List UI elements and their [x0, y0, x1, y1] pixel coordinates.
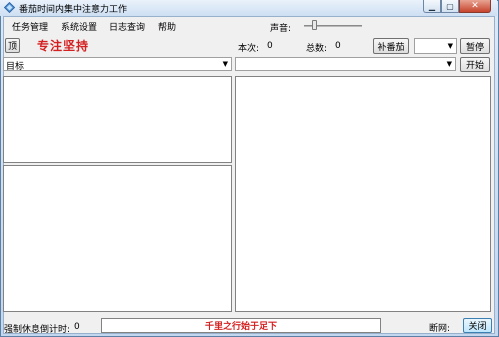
menu-task-management[interactable]: 任务管理: [12, 20, 48, 33]
minimize-icon: ▁: [428, 1, 436, 11]
target-select-value: 目标: [6, 62, 25, 72]
close-icon: ✕: [471, 1, 479, 11]
total-count-value: 0: [335, 41, 341, 51]
total-count-label: 总数:: [306, 44, 328, 54]
minimize-button[interactable]: ▁: [423, 0, 441, 13]
focus-slogan: 专注坚持: [37, 39, 90, 53]
motto-display: 千里之行始于足下: [101, 318, 381, 333]
chevron-down-icon: ▼: [222, 60, 228, 68]
window-title: 番茄时间内集中注意力工作: [19, 5, 128, 15]
close-window-button[interactable]: ✕: [459, 0, 491, 13]
chevron-down-icon: ▼: [446, 60, 452, 68]
menu-log-query[interactable]: 日志查询: [109, 20, 145, 33]
force-rest-label: 强制休息倒计时:: [4, 325, 71, 335]
target-select[interactable]: 目标 ▼: [3, 57, 232, 72]
current-count-label: 本次:: [238, 44, 260, 54]
menu-system-settings[interactable]: 系统设置: [61, 20, 97, 33]
tomato-count-select[interactable]: ▼: [414, 38, 457, 54]
volume-slider-thumb[interactable]: [312, 20, 317, 30]
task-select[interactable]: ▼: [235, 57, 456, 71]
start-button[interactable]: 开始: [460, 57, 490, 72]
menu-help[interactable]: 帮助: [158, 20, 176, 33]
task-list-panel[interactable]: [3, 165, 232, 312]
add-tomato-button[interactable]: 补番茄: [373, 38, 409, 54]
maximize-icon: ▢: [446, 1, 454, 11]
work-log-panel[interactable]: [235, 76, 491, 312]
always-on-top-button[interactable]: 顶: [5, 38, 20, 53]
force-rest-value: 0: [74, 322, 80, 332]
volume-label: 声音:: [270, 24, 292, 34]
pause-button[interactable]: 暂停: [460, 38, 490, 54]
chevron-down-icon: ▼: [447, 42, 453, 50]
target-list-panel[interactable]: [3, 76, 232, 163]
current-count-value: 0: [267, 41, 273, 51]
close-button[interactable]: 关闭: [463, 318, 492, 333]
maximize-button[interactable]: ▢: [441, 0, 459, 13]
app-icon: [4, 2, 15, 13]
network-off-label: 断网:: [429, 324, 451, 334]
